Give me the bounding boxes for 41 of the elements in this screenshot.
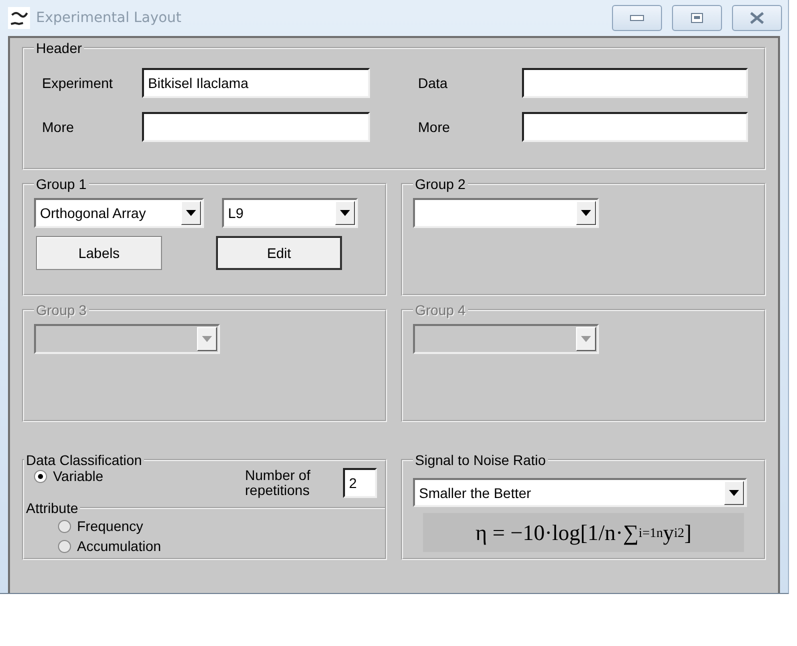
caret-icon — [581, 210, 591, 216]
push-button[interactable]: Labels — [36, 236, 162, 270]
text-field[interactable] — [522, 112, 748, 142]
maximize-button[interactable] — [672, 5, 722, 31]
caret-icon — [202, 336, 212, 342]
dropdown[interactable]: Orthogonal Array — [34, 198, 204, 228]
field-label: More — [418, 119, 451, 135]
dropdown[interactable]: Smaller the Better — [413, 478, 747, 508]
repetitions-field[interactable]: 2 — [343, 468, 377, 498]
group-legend: Group 2 — [413, 176, 468, 192]
field-label: Number of repetitions — [245, 468, 312, 498]
group-legend: Header — [34, 40, 84, 56]
field-label: More — [42, 119, 75, 135]
maximize-icon — [691, 13, 703, 23]
push-button[interactable]: Edit — [216, 236, 342, 270]
minimize-icon — [630, 15, 644, 21]
app-icon — [8, 7, 30, 29]
text-field[interactable] — [142, 112, 370, 142]
group-legend: Signal to Noise Ratio — [413, 452, 548, 468]
caret-icon — [340, 210, 350, 216]
group-legend: Group 3 — [34, 302, 89, 318]
minimize-button[interactable] — [612, 5, 662, 31]
field-label: Data — [418, 75, 449, 91]
group-legend: Group 4 — [413, 302, 468, 318]
window-title: Experimental Layout — [36, 10, 182, 26]
close-icon — [750, 12, 764, 24]
caret-icon — [581, 336, 591, 342]
radio-button[interactable]: Frequency — [58, 518, 385, 534]
text-field[interactable] — [522, 68, 748, 98]
caret-icon — [729, 490, 739, 496]
group-legend: Attribute — [24, 500, 80, 516]
text-field[interactable]: Bitkisel Ilaclama — [142, 68, 370, 98]
radio-button[interactable]: Variable — [34, 468, 104, 484]
group-legend: Group 1 — [34, 176, 89, 192]
close-button[interactable] — [732, 5, 782, 31]
radio-button[interactable]: Accumulation — [58, 538, 385, 554]
group-legend: Data Classification — [24, 452, 144, 468]
caret-icon — [186, 210, 196, 216]
dropdown[interactable]: L9 — [222, 198, 358, 228]
dropdown[interactable] — [413, 198, 599, 228]
field-label: Experiment — [42, 75, 114, 91]
